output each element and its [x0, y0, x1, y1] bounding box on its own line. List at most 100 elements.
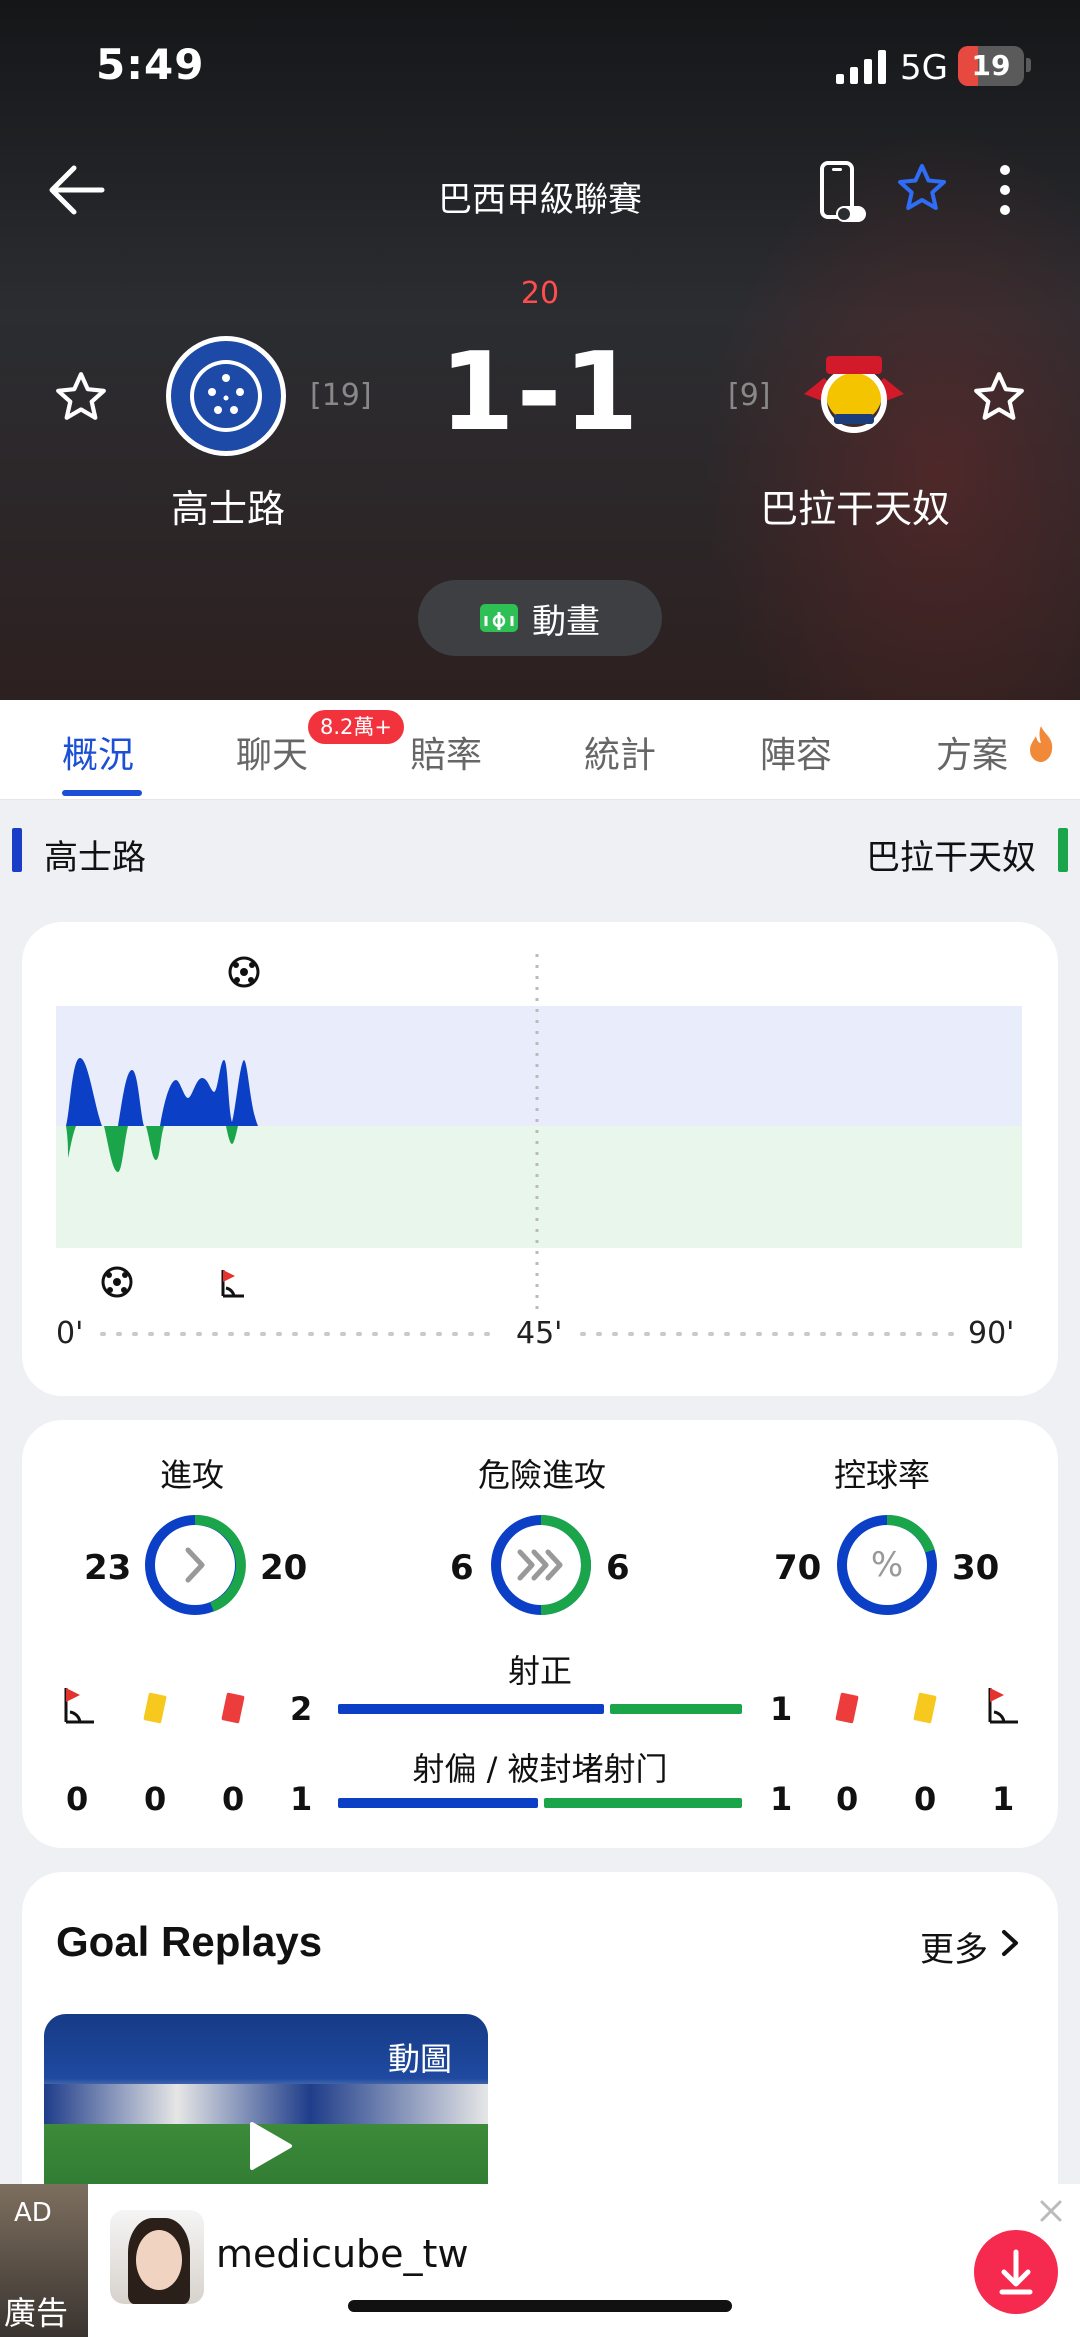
away-yellow-card-icon	[913, 1692, 937, 1724]
dangerous-attack-ring	[491, 1515, 591, 1615]
home-corners-value: 0	[66, 1780, 89, 1818]
attack-ring	[145, 1514, 246, 1615]
shots-on-label: 射正	[507, 1652, 572, 1690]
league-title: 巴西甲級聯賽	[438, 180, 642, 220]
tab-lineup[interactable]: 陣容	[760, 726, 832, 778]
stats-card[interactable]: 進攻 危險進攻 控球率 23 20 6 6 70 30 % 射正 2 1 射偏 …	[22, 1420, 1058, 1848]
chevron-right-icon[interactable]	[1000, 1928, 1020, 1958]
home-corner-flag-icon	[64, 1688, 94, 1724]
attack-home-value: 23	[84, 1548, 132, 1588]
download-button[interactable]	[974, 2230, 1058, 2314]
shots-on-home-bar	[338, 1704, 604, 1714]
network-label: 5G	[900, 48, 948, 88]
tab-stats[interactable]: 統計	[584, 726, 656, 778]
tab-bar: 概況 聊天 8.2萬+ 賠率 統計 陣容 方案	[0, 700, 1080, 800]
away-team-name[interactable]: 巴拉干天奴	[740, 478, 970, 533]
status-bar: 5:49 5G 19	[0, 0, 1080, 140]
away-team-logo[interactable]	[800, 338, 908, 446]
away-yellow-value: 0	[914, 1780, 937, 1818]
battery-tip	[1026, 58, 1031, 72]
dangerous-attack-home-value: 6	[450, 1548, 474, 1588]
attack-away-value: 20	[260, 1548, 308, 1588]
away-corner-flag-icon	[221, 1270, 244, 1298]
shots-on-away-value: 1	[770, 1690, 793, 1728]
home-yellow-card-icon	[143, 1692, 167, 1724]
favorite-match-star-icon[interactable]	[896, 162, 948, 214]
dangerous-attack-away-value: 6	[606, 1548, 630, 1588]
battery-level: 19	[971, 49, 1011, 82]
thumbnail-tag: 動圖	[387, 2040, 452, 2078]
home-red-value: 0	[222, 1780, 245, 1818]
download-icon	[999, 2249, 1033, 2295]
favorite-home-star-icon[interactable]	[54, 370, 108, 424]
triple-chevron-icon	[517, 1549, 563, 1581]
time-label-45: 45'	[516, 1316, 563, 1351]
team-legend-bar: 高士路 巴拉干天奴	[0, 810, 1080, 890]
away-rank: [9]	[728, 378, 771, 413]
ad-label: 廣告	[4, 2294, 69, 2332]
home-rank: [19]	[310, 378, 372, 413]
home-yellow-value: 0	[144, 1780, 167, 1818]
away-red-value: 0	[836, 1780, 859, 1818]
fire-icon	[1030, 726, 1053, 762]
ad-account-name[interactable]: medicube_tw	[216, 2232, 469, 2276]
animation-button[interactable]: 動畫	[418, 580, 662, 656]
play-icon[interactable]	[240, 2118, 296, 2174]
shots-off-away-bar	[544, 1798, 742, 1808]
shots-off-home-bar	[338, 1798, 538, 1808]
time-label-0: 0'	[56, 1316, 84, 1351]
home-color-marker	[12, 828, 22, 872]
tab-underline	[62, 790, 142, 796]
possession-ring: %	[837, 1514, 937, 1615]
goal-replays-more-link[interactable]: 更多	[920, 1922, 988, 1971]
chevron-right-icon	[185, 1547, 205, 1583]
away-corners-value: 1	[992, 1780, 1015, 1818]
away-legend-name: 巴拉干天奴	[866, 838, 1036, 878]
pitch-icon	[480, 604, 518, 632]
home-legend-name: 高士路	[44, 838, 146, 878]
dangerous-attack-label: 危險進攻	[477, 1456, 606, 1494]
battery-icon: 19	[958, 46, 1024, 86]
ad-avatar	[110, 2210, 204, 2304]
top-nav: 巴西甲級聯賽	[0, 150, 1080, 230]
goal-replay-thumbnail[interactable]: 動圖	[44, 2014, 488, 2198]
tab-plans[interactable]: 方案	[936, 726, 1008, 778]
tab-overview[interactable]: 概況	[62, 726, 134, 778]
favorite-away-star-icon[interactable]	[972, 370, 1026, 424]
home-indicator	[348, 2300, 732, 2312]
more-options-icon[interactable]	[988, 160, 1022, 220]
shots-off-home-value: 1	[290, 1780, 313, 1818]
goal-replays-title: Goal Replays	[56, 1918, 323, 1965]
match-score: 1-1	[439, 330, 641, 455]
possession-away-value: 30	[952, 1548, 1000, 1588]
tab-chat[interactable]: 聊天	[236, 726, 308, 778]
phone-toggle-icon[interactable]	[818, 160, 868, 224]
away-red-card-icon	[835, 1692, 859, 1724]
shots-on-away-bar	[610, 1704, 742, 1714]
status-time: 5:49	[96, 40, 205, 89]
match-minute: 20	[520, 276, 560, 311]
possession-home-value: 70	[774, 1548, 822, 1588]
momentum-card[interactable]: 0' 45' 90'	[22, 922, 1058, 1396]
percent-icon: %	[871, 1545, 903, 1585]
signal-icon	[836, 50, 886, 84]
back-arrow-icon[interactable]	[44, 160, 108, 220]
home-team-name[interactable]: 高士路	[130, 478, 326, 533]
shots-on-home-value: 2	[290, 1690, 313, 1728]
away-goal-icon	[101, 1266, 133, 1298]
away-color-marker	[1058, 828, 1068, 872]
animation-label: 動畫	[532, 601, 600, 642]
close-icon[interactable]	[1036, 2196, 1066, 2226]
ad-image: AD 廣告	[0, 2184, 88, 2337]
home-team-logo[interactable]	[164, 334, 288, 458]
ad-banner[interactable]: AD 廣告 medicube_tw	[0, 2184, 1080, 2337]
tab-odds[interactable]: 賠率	[410, 726, 482, 778]
attack-label: 進攻	[159, 1456, 224, 1494]
home-goal-icon	[228, 956, 260, 988]
shots-off-away-value: 1	[770, 1780, 793, 1818]
away-corner-flag-icon	[988, 1688, 1018, 1724]
shots-off-label: 射偏 / 被封堵射门	[412, 1750, 668, 1788]
possession-label: 控球率	[833, 1456, 930, 1494]
chat-count-badge: 8.2萬+	[308, 710, 404, 744]
home-red-card-icon	[221, 1692, 245, 1724]
